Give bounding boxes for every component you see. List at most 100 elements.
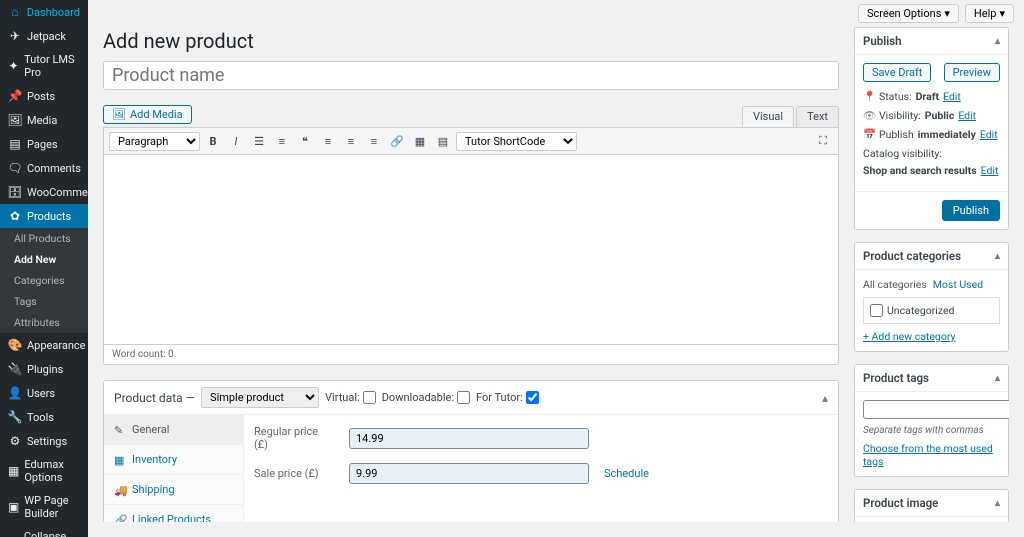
pin-icon: 📍 [863,90,875,103]
add-category-link[interactable]: + Add new category [863,330,955,343]
edumax-icon: ▦ [8,464,19,478]
add-media-button[interactable]: 🖼Add Media [103,105,192,124]
align-left-button[interactable]: ≡ [318,131,338,151]
for-tutor-checkbox[interactable] [526,391,539,404]
toggle-icon[interactable]: ▴ [995,498,1000,509]
sidebar-item-products[interactable]: ✿Products [0,204,88,228]
publish-button[interactable]: Publish [942,200,1000,221]
fullscreen-button[interactable]: ⛶ [813,131,833,151]
toggle-icon[interactable]: ▴ [995,251,1000,262]
bullet-list-button[interactable]: ☰ [249,131,269,151]
pd-tab-general[interactable]: ✎General [104,415,243,445]
virtual-label: Virtual: [325,391,360,404]
pages-icon: ▤ [8,137,22,151]
regular-price-input[interactable] [349,428,589,449]
align-center-button[interactable]: ≡ [341,131,361,151]
submenu-tags[interactable]: Tags [0,291,88,312]
sidebar-item-users[interactable]: 👤Users [0,381,88,405]
sidebar-item-appearance[interactable]: 🎨Appearance [0,333,88,357]
sidebar-item-pagebuilder[interactable]: ▣WP Page Builder [0,489,88,525]
downloadable-checkbox[interactable] [457,391,470,404]
sidebar-item-plugins[interactable]: 🔌Plugins [0,357,88,381]
sidebar-label: Pages [27,138,58,151]
toggle-panel-button[interactable]: ▴ [822,391,828,405]
submenu-attributes[interactable]: Attributes [0,312,88,333]
sidebar-collapse[interactable]: ◀Collapse menu [0,525,88,537]
pin-icon: 📌 [8,89,22,103]
edit-status-link[interactable]: Edit [943,90,961,103]
schedule-link[interactable]: Schedule [604,467,649,480]
category-label: Uncategorized [887,304,954,317]
pd-tab-linked[interactable]: 🔗Linked Products [104,505,243,522]
dashboard-icon: ⌂ [8,5,22,19]
toggle-icon[interactable]: ▴ [995,36,1000,47]
submenu-all-products[interactable]: All Products [0,228,88,249]
product-type-select[interactable]: Simple product [201,387,319,408]
sidebar-label: WooCommerce [27,186,88,199]
more-button[interactable]: ▦ [410,131,430,151]
cat-tab-all[interactable]: All categories [863,278,927,291]
sidebar-item-tutor[interactable]: ✦Tutor LMS Pro [0,48,88,84]
save-draft-button[interactable]: Save Draft [863,63,931,82]
bold-button[interactable]: B [203,131,223,151]
cat-tab-most[interactable]: Most Used [933,278,983,291]
product-name-input[interactable] [103,61,839,90]
publish-box: Publish▴ Save Draft Preview 📍Status: Dra… [854,27,1009,230]
sidebar-item-woocommerce[interactable]: 🗄 WooCommerce [0,180,88,204]
toggle-icon[interactable]: ▴ [995,373,1000,384]
sidebar-item-tools[interactable]: 🔧Tools [0,405,88,429]
sidebar-item-jetpack[interactable]: ✈Jetpack [0,24,88,48]
wrench-icon: ✎ [114,424,126,436]
woocommerce-icon: 🗄 [8,185,22,199]
sidebar-item-edumax[interactable]: ▦Edumax Options [0,453,88,489]
eye-icon: 👁 [863,109,875,122]
align-right-button[interactable]: ≡ [364,131,384,151]
category-checkbox[interactable] [870,304,883,317]
sidebar-item-posts[interactable]: 📌Posts [0,84,88,108]
help-button[interactable]: Help ▾ [965,4,1014,23]
link-button[interactable]: 🔗 [387,131,407,151]
sidebar-label: Settings [27,435,67,448]
sidebar-item-pages[interactable]: ▤ Pages [0,132,88,156]
blockquote-button[interactable]: ❝ [295,131,315,151]
shortcode-select[interactable]: Tutor ShortCode [456,132,577,151]
edit-visibility-link[interactable]: Edit [958,109,976,122]
sidebar-item-media[interactable]: 🖼Media [0,108,88,132]
sidebar-item-settings[interactable]: ⚙Settings [0,429,88,453]
edit-publish-link[interactable]: Edit [980,128,998,141]
sidebar-item-comments[interactable]: 🗨Comments [0,156,88,180]
editor-content[interactable] [103,155,839,345]
submenu-categories[interactable]: Categories [0,270,88,291]
pagebuilder-icon: ▣ [8,500,19,514]
publish-title: Publish [863,34,902,48]
tags-box: Product tags▴ Add Separate tags with com… [854,364,1009,477]
edit-catalog-link[interactable]: Edit [981,164,999,177]
editor-tab-text[interactable]: Text [796,106,839,127]
sale-price-input[interactable] [349,463,589,484]
numbered-list-button[interactable]: ≡ [272,131,292,151]
sale-price-label: Sale price (£) [254,467,334,480]
tag-input[interactable] [863,400,1009,419]
format-select[interactable]: Paragraph [109,132,200,151]
appearance-icon: 🎨 [8,338,22,352]
editor-toolbar: Paragraph B I ☰ ≡ ❝ ≡ ≡ ≡ 🔗 ▦ ▤ Tutor Sh… [103,127,839,155]
kitchen-sink-button[interactable]: ▤ [433,131,453,151]
pd-tab-shipping[interactable]: 🚚Shipping [104,475,243,505]
choose-tags-link[interactable]: Choose from the most used tags [863,442,993,468]
virtual-checkbox[interactable] [363,391,376,404]
editor-tab-visual[interactable]: Visual [742,106,794,127]
image-title: Product image [863,496,938,510]
sidebar-label: Tools [27,411,54,424]
screen-options-button[interactable]: Screen Options ▾ [858,4,959,23]
sidebar-item-dashboard[interactable]: ⌂Dashboard [0,0,88,24]
submenu-add-new[interactable]: Add New [0,249,88,270]
page-title: Add new product [103,27,839,61]
media-icon: 🖼 [112,108,126,121]
media-icon: 🖼 [8,113,22,127]
pd-tab-inventory[interactable]: ▦Inventory [104,445,243,475]
sidebar-label: Tutor LMS Pro [24,53,80,79]
admin-sidebar: ⌂Dashboard ✈Jetpack ✦Tutor LMS Pro 📌Post… [0,0,88,537]
italic-button[interactable]: I [226,131,246,151]
preview-button[interactable]: Preview [944,63,1000,82]
product-image-box: Product image▴ Set product image [854,489,1009,522]
